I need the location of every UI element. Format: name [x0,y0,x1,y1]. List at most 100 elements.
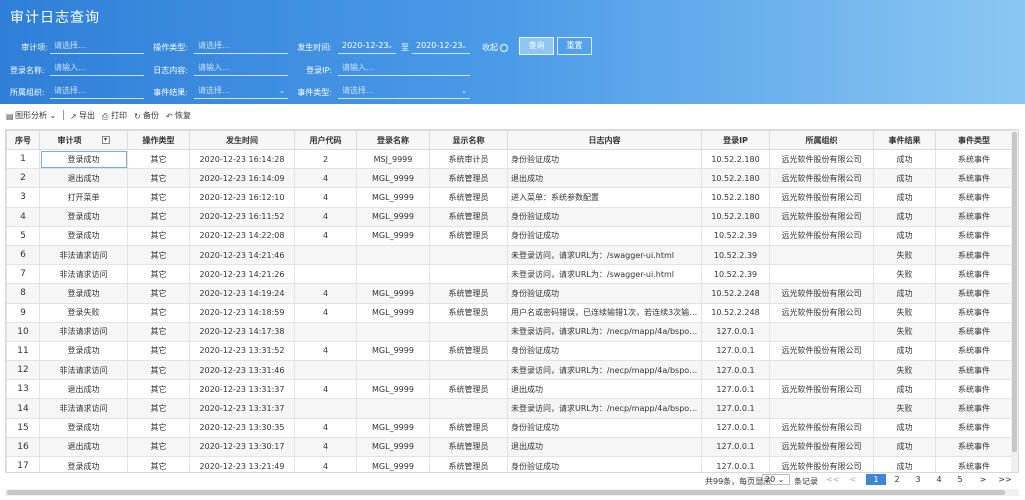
org-select[interactable]: 请选择... [50,83,144,99]
cell-audit-item: 登录成功 [39,417,128,438]
page-button-4[interactable]: 4 [929,474,949,485]
table-row[interactable]: 10 非法请求访问 其它 2020-12-23 14:17:38 未登录访问，请求URL… [6,321,1013,342]
cell-user-code [294,398,357,419]
col-header-event-result[interactable]: 事件结果 [873,130,936,150]
table-row[interactable]: 5 登录成功 其它 2020-12-23 14:22:08 4 MGL_9999 系统管理员… [6,225,1013,246]
log-content-input[interactable]: 请输入... [194,60,288,76]
login-name-input[interactable]: 请输入... [50,60,144,76]
audit-item-select[interactable]: 请选择... [50,38,144,54]
cell-time: 2020-12-23 14:21:46 [189,244,295,266]
cell-event-type: 系统事件 [935,168,1013,189]
restore-button[interactable]: ↶ 恢复 [166,110,191,121]
table-row[interactable]: 14 非法请求访问 其它 2020-12-23 13:31:37 未登录访问，请求URL… [6,398,1013,419]
vertical-scrollbar[interactable] [1011,130,1018,472]
cell-event-result: 成功 [873,283,936,304]
cell-login-name: MGL_9999 [356,302,430,323]
export-button[interactable]: ↗ 导出 [70,110,95,121]
cell-display-name [429,360,508,381]
cell-index: 11 [6,340,40,362]
cell-display-name: 系统管理员 [429,379,508,400]
print-label: 打印 [111,111,127,120]
table-row[interactable]: 1 登录成功 其它 2020-12-23 16:14:28 2 MSJ_9999 系统审计员… [6,148,1013,170]
cell-op-type: 其它 [127,340,190,362]
event-type-select[interactable]: 请选择... ⌄ [338,83,470,99]
print-button[interactable]: ⎙ 打印 [102,110,127,121]
col-header-login-ip[interactable]: 登录IP [701,130,770,150]
op-type-select[interactable]: 请选择... [194,38,288,54]
cell-audit-item: 登录成功 [39,225,128,246]
col-header-op-type[interactable]: 操作类型 [127,130,190,150]
table-row[interactable]: 16 退出成功 其它 2020-12-23 13:30:17 4 MGL_9999 系统管理… [6,436,1013,458]
scrollbar-thumb[interactable] [7,490,1005,495]
table-row[interactable]: 15 登录成功 其它 2020-12-23 13:30:35 4 MGL_9999 系统管理… [6,417,1013,438]
event-result-select[interactable]: 请选择... ⌄ [194,83,288,99]
table-row[interactable]: 12 非法请求访问 其它 2020-12-23 13:31:46 未登录访问，请求URL… [6,360,1013,381]
scrollbar-thumb[interactable] [1012,132,1017,452]
login-ip-input[interactable]: 请输入... [338,60,470,76]
col-header-time[interactable]: 发生时间 [189,130,295,150]
cell-time: 2020-12-23 13:31:52 [189,340,295,362]
cell-login-ip: 127.0.0.1 [701,436,770,458]
start-date-input[interactable]: 2020-12-23 ⌄ [338,38,396,54]
page-size-select[interactable]: 20 ⌄ [762,474,790,485]
cell-op-type: 其它 [127,168,190,189]
page-button-3[interactable]: 3 [908,474,928,485]
col-header-login-name[interactable]: 登录名称 [356,130,430,150]
end-date-input[interactable]: 2020-12-23 ⌄ [412,38,470,54]
page-button-1[interactable]: 1 [866,474,886,485]
cell-login-ip: 127.0.0.1 [701,360,770,381]
cell-event-result: 成功 [873,436,936,458]
cell-time: 2020-12-23 13:21:49 [189,455,295,472]
chevron-up-icon: ˆ [500,43,508,52]
cell-display-name: 系统管理员 [429,417,508,438]
horizontal-scrollbar[interactable] [5,489,1019,496]
cell-event-type: 系统事件 [935,321,1013,342]
table-row[interactable]: 6 非法请求访问 其它 2020-12-23 14:21:46 未登录访问，请求URL为… [6,244,1013,266]
backup-button[interactable]: ↻ 备份 [134,110,159,121]
cell-user-code: 4 [294,283,357,304]
col-header-event-type[interactable]: 事件类型 [935,130,1013,150]
cell-audit-item: 非法请求访问 [39,321,128,342]
cell-log-content: 退出成功 [507,436,702,458]
cell-org: 远光软件股份有限公司 [769,206,874,227]
first-page-button[interactable]: << [823,474,843,485]
cell-event-type: 系统事件 [935,417,1013,438]
table-row[interactable]: 7 非法请求访问 其它 2020-12-23 14:21:26 未登录访问，请求URL为… [6,264,1013,285]
col-header-org[interactable]: 所属组织 [769,130,874,150]
restore-label: 恢复 [175,111,191,120]
cell-index: 15 [6,417,40,438]
col-header-log-content[interactable]: 日志内容 [507,130,702,150]
query-button[interactable]: 查询 [519,37,554,55]
cell-login-name: MGL_9999 [356,225,430,246]
cell-user-code: 4 [294,168,357,189]
chart-analysis-menu[interactable]: ▤图形分析 ⌄ [6,110,56,121]
table-row[interactable]: 3 打开菜单 其它 2020-12-23 16:12:10 4 MGL_9999 系统管理员… [6,187,1013,208]
col-header-index[interactable]: 序号 [6,130,40,150]
cell-login-ip: 10.52.2.39 [701,264,770,285]
table-row[interactable]: 9 登录失败 其它 2020-12-23 14:18:59 4 MGL_9999 系统管理员… [6,302,1013,323]
cell-org: 远光软件股份有限公司 [769,455,874,472]
page-button-2[interactable]: 2 [887,474,907,485]
table-row[interactable]: 13 退出成功 其它 2020-12-23 13:31:37 4 MGL_9999 系统管理… [6,379,1013,400]
cell-login-name [356,398,430,419]
col-header-display-name[interactable]: 显示名称 [429,130,508,150]
table-row[interactable]: 2 退出成功 其它 2020-12-23 16:14:09 4 MGL_9999 系统管理员… [6,168,1013,189]
table-row[interactable]: 11 登录成功 其它 2020-12-23 13:31:52 4 MGL_9999 系统管理… [6,340,1013,362]
col-header-user-code[interactable]: 用户代码 [294,130,357,150]
col-header-audit-item[interactable]: 审计项 ▾ [39,130,128,150]
cell-org [769,321,874,342]
collapse-toggle[interactable]: 收起 ˆ [482,42,508,53]
end-date-value: 2020-12-23 [416,41,463,50]
table-row[interactable]: 8 登录成功 其它 2020-12-23 14:19:24 4 MGL_9999 系统管理员… [6,283,1013,304]
next-page-button[interactable]: > [973,474,993,485]
cell-log-content: 退出成功 [507,168,702,189]
reset-button[interactable]: 重置 [557,37,592,55]
cell-log-content: 进入菜单：系统参数配置 [507,187,702,208]
table-row[interactable]: 4 登录成功 其它 2020-12-23 16:11:52 4 MGL_9999 系统管理员… [6,206,1013,227]
page-button-5[interactable]: 5 [950,474,970,485]
last-page-button[interactable]: >> [995,474,1015,485]
prev-page-button[interactable]: < [843,474,863,485]
table-row[interactable]: 17 登录成功 其它 2020-12-23 13:21:49 4 MGL_9999 系统管理… [6,455,1013,472]
column-menu-icon[interactable]: ▾ [101,136,110,144]
cell-time: 2020-12-23 13:30:17 [189,436,295,458]
